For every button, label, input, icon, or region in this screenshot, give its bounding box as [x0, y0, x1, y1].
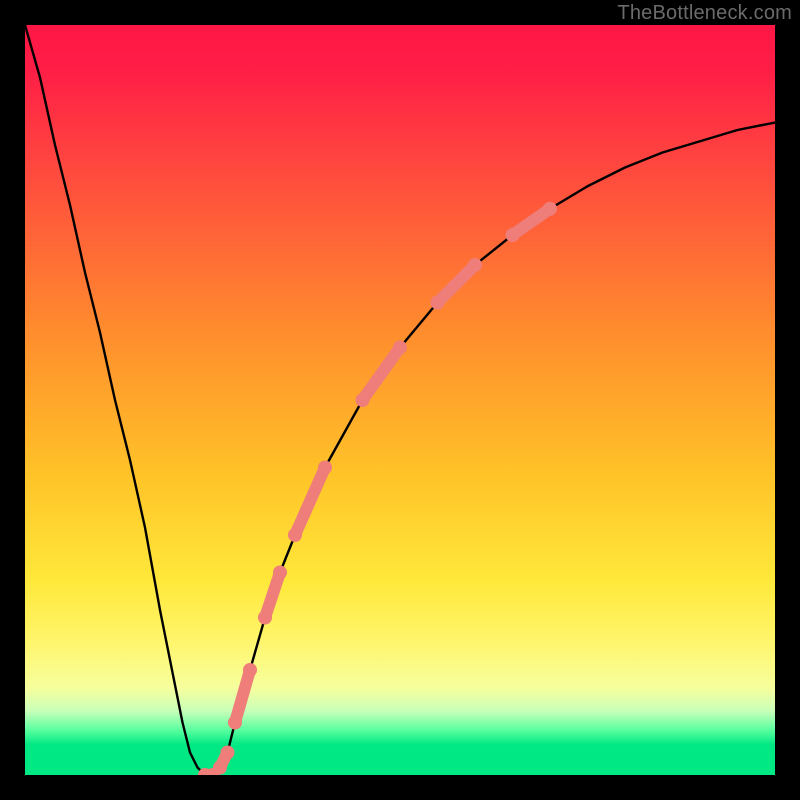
marker-segment — [265, 573, 280, 618]
marker-dot — [543, 202, 557, 216]
curve-layer — [25, 25, 775, 775]
chart-frame: TheBottleneck.com — [0, 0, 800, 800]
plot-area — [25, 25, 775, 775]
watermark-text: TheBottleneck.com — [617, 2, 792, 25]
marker-segment — [438, 265, 476, 303]
marker-segment — [363, 348, 401, 401]
marker-segment — [235, 670, 250, 723]
bottleneck-curve — [25, 25, 775, 775]
marker-dots — [198, 202, 557, 775]
marker-segment — [295, 468, 325, 536]
